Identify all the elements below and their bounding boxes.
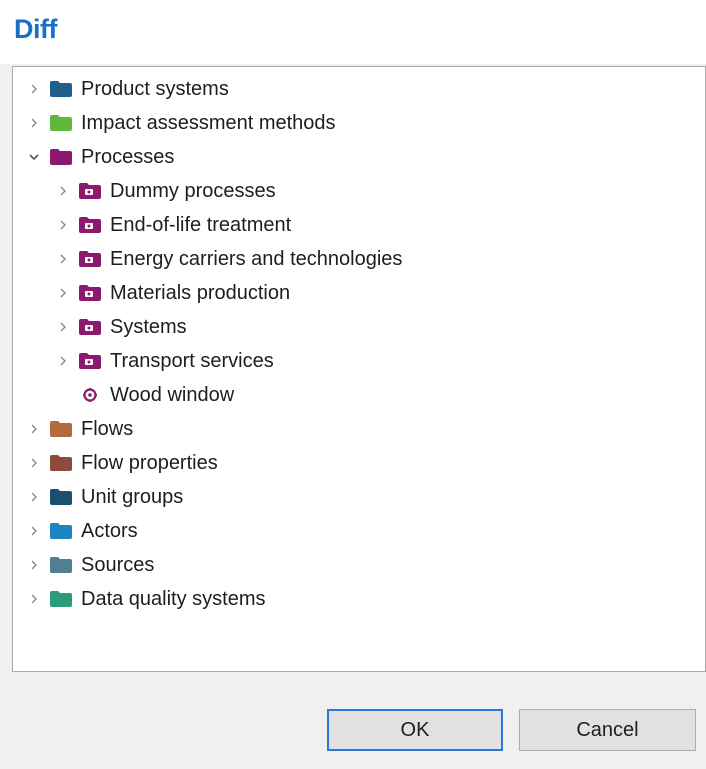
chevron-right-icon[interactable]: [26, 557, 42, 573]
tree-item-dummy-processes[interactable]: Dummy processes: [55, 174, 276, 208]
chevron-right-icon[interactable]: [26, 489, 42, 505]
tree-item-label: Product systems: [81, 77, 229, 100]
tree-item-end-of-life-treatment[interactable]: End-of-life treatment: [55, 208, 291, 242]
chevron-down-icon[interactable]: [26, 149, 42, 165]
folder-icon: [50, 489, 72, 505]
tree-item-label: Transport services: [110, 349, 274, 372]
chevron-right-icon[interactable]: [55, 353, 71, 369]
tree-item-impact-assessment-methods[interactable]: Impact assessment methods: [26, 106, 336, 140]
tree-item-label: Sources: [81, 553, 155, 576]
process-folder-icon: [79, 183, 101, 199]
tree-item-label: End-of-life treatment: [110, 213, 292, 236]
tree-item-label: Flow properties: [81, 451, 218, 474]
process-folder-icon: [79, 285, 101, 301]
tree-item-processes[interactable]: Processes: [26, 140, 174, 174]
chevron-right-icon[interactable]: [55, 183, 71, 199]
chevron-right-icon[interactable]: [26, 81, 42, 97]
tree-item-flows[interactable]: Flows: [26, 412, 133, 446]
process-folder-icon: [79, 319, 101, 335]
process-folder-icon: [79, 217, 101, 233]
chevron-right-icon[interactable]: [26, 455, 42, 471]
tree-item-label: Energy carriers and technologies: [110, 247, 403, 270]
chevron-right-icon[interactable]: [55, 285, 71, 301]
cancel-button[interactable]: Cancel: [519, 709, 696, 751]
folder-icon: [50, 115, 72, 131]
tree-item-wood-window[interactable]: Wood window: [55, 378, 234, 412]
ok-button[interactable]: OK: [327, 709, 503, 751]
tree-item-label: Processes: [81, 145, 175, 168]
tree-item-systems[interactable]: Systems: [55, 310, 187, 344]
tree-item-label: Wood window: [110, 383, 235, 406]
chevron-right-icon[interactable]: [26, 591, 42, 607]
process-folder-icon: [79, 353, 101, 369]
process-gear-icon: [79, 387, 101, 403]
tree-item-sources[interactable]: Sources: [26, 548, 154, 582]
tree-item-transport-services[interactable]: Transport services: [55, 344, 274, 378]
navigation-tree[interactable]: Product systems Impact assessment methods…: [12, 66, 706, 672]
chevron-right-icon[interactable]: [55, 251, 71, 267]
tree-item-energy-carriers-and-technologies[interactable]: Energy carriers and technologies: [55, 242, 402, 276]
dialog-header: Diff: [0, 0, 706, 64]
chevron-right-icon[interactable]: [26, 523, 42, 539]
folder-icon: [50, 421, 72, 437]
tree-item-label: Systems: [110, 315, 187, 338]
folder-icon: [50, 149, 72, 165]
tree-item-product-systems[interactable]: Product systems: [26, 72, 229, 106]
tree-item-label: Materials production: [110, 281, 291, 304]
folder-icon: [50, 523, 72, 539]
tree-item-label: Impact assessment methods: [81, 111, 336, 134]
chevron-right-icon[interactable]: [26, 115, 42, 131]
tree-item-label: Flows: [81, 417, 134, 440]
folder-icon: [50, 591, 72, 607]
chevron-right-icon[interactable]: [26, 421, 42, 437]
tree-item-materials-production[interactable]: Materials production: [55, 276, 290, 310]
folder-icon: [50, 557, 72, 573]
dialog-title: Diff: [14, 14, 57, 44]
tree-item-flow-properties[interactable]: Flow properties: [26, 446, 218, 480]
tree-item-label: Dummy processes: [110, 179, 276, 202]
process-folder-icon: [79, 251, 101, 267]
tree-item-label: Unit groups: [81, 485, 184, 508]
folder-icon: [50, 81, 72, 97]
tree-item-data-quality-systems[interactable]: Data quality systems: [26, 582, 266, 616]
tree-item-label: Actors: [81, 519, 138, 542]
chevron-right-icon[interactable]: [55, 319, 71, 335]
tree-item-actors[interactable]: Actors: [26, 514, 138, 548]
tree-item-label: Data quality systems: [81, 587, 266, 610]
folder-icon: [50, 455, 72, 471]
chevron-right-icon[interactable]: [55, 217, 71, 233]
tree-item-unit-groups[interactable]: Unit groups: [26, 480, 183, 514]
